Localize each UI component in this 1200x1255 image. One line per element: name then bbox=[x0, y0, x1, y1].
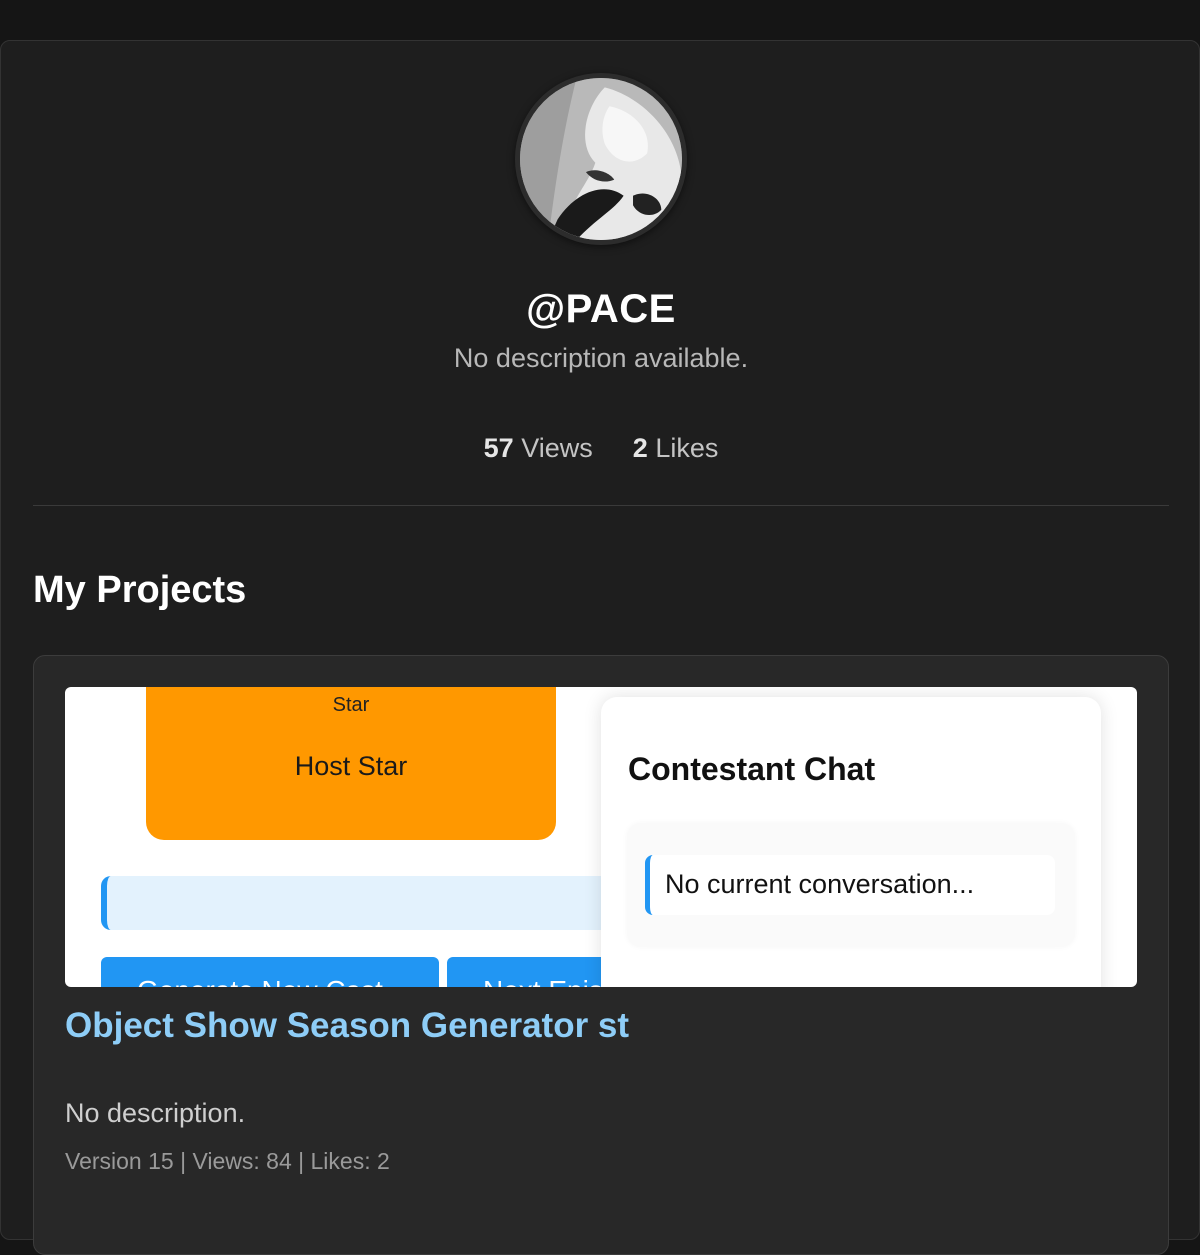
progress-bar bbox=[101, 876, 661, 930]
sun-label: Star bbox=[332, 694, 370, 716]
views-stat: 57 Views bbox=[484, 433, 593, 464]
chat-panel: Contestant Chat No current conversation.… bbox=[601, 697, 1101, 987]
likes-stat: 2 Likes bbox=[633, 433, 719, 464]
chat-message: No current conversation... bbox=[645, 855, 1055, 915]
username: @PACE bbox=[526, 287, 676, 331]
avatar[interactable] bbox=[515, 73, 687, 245]
divider bbox=[33, 505, 1169, 506]
section-title: My Projects bbox=[33, 569, 247, 611]
likes-count: 2 bbox=[632, 433, 648, 463]
avatar-image bbox=[520, 78, 682, 240]
generate-cast-button: Generate New Cast bbox=[101, 957, 439, 987]
project-card[interactable]: Star Host Star Generate New Cast Next Ep… bbox=[33, 655, 1169, 1255]
project-thumbnail[interactable]: Star Host Star Generate New Cast Next Ep… bbox=[65, 687, 1137, 987]
views-label: Views bbox=[521, 433, 593, 463]
project-description: No description. bbox=[65, 1098, 246, 1128]
host-box: Star Host Star bbox=[146, 687, 556, 840]
views-count: 57 bbox=[483, 433, 514, 463]
profile-card: @PACE No description available. 57 Views… bbox=[0, 40, 1200, 1255]
chat-title: Contestant Chat bbox=[628, 751, 876, 787]
host-label: Host Star bbox=[294, 751, 408, 781]
profile-stats: 57 Views 2 Likes bbox=[1, 433, 1200, 464]
chat-body: No current conversation... bbox=[627, 823, 1075, 947]
likes-label: Likes bbox=[655, 433, 719, 463]
profile-description: No description available. bbox=[453, 343, 749, 373]
project-title-link[interactable]: Object Show Season Generator st bbox=[65, 1006, 629, 1046]
project-meta: Version 15 | Views: 84 | Likes: 2 bbox=[65, 1148, 390, 1174]
